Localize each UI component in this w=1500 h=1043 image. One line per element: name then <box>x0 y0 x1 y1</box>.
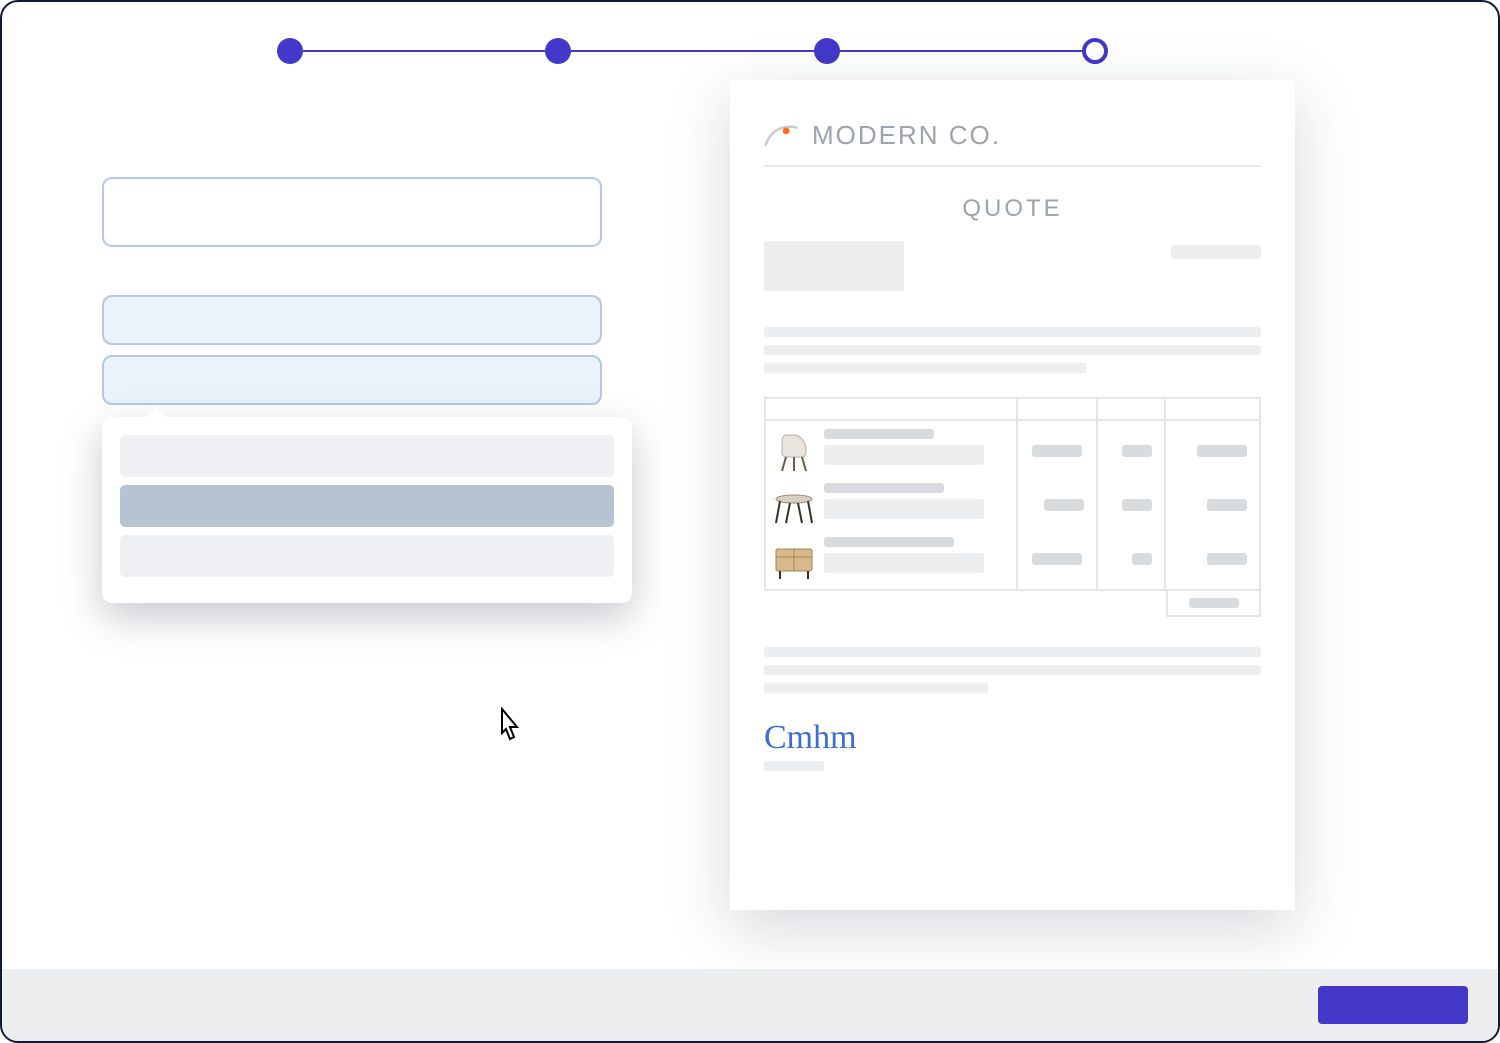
line-item-row <box>772 429 1010 473</box>
text-placeholder <box>764 683 988 693</box>
bottom-bar <box>2 969 1498 1041</box>
text-placeholder <box>764 327 1261 337</box>
dropdown-option-2[interactable] <box>120 485 614 527</box>
line-item-row <box>772 537 1010 581</box>
pointer-cursor-icon <box>492 707 526 747</box>
progress-stepper <box>277 36 1108 66</box>
dropdown-option-3[interactable] <box>120 535 614 577</box>
form-panel <box>102 177 602 405</box>
step-2-dot[interactable] <box>545 38 571 64</box>
total-cell <box>1166 591 1261 617</box>
doc-title: QUOTE <box>764 195 1261 223</box>
primary-action-button[interactable] <box>1318 986 1468 1024</box>
signature: Cmhm <box>764 721 1261 755</box>
company-logo-icon <box>764 122 798 150</box>
signature-label <box>764 761 824 771</box>
doc-meta-row <box>764 241 1261 291</box>
text-input-1[interactable] <box>102 177 602 247</box>
step-1-dot[interactable] <box>277 38 303 64</box>
step-connector <box>303 50 545 52</box>
line-item-row <box>772 483 1010 527</box>
line-items-table <box>764 397 1261 591</box>
text-placeholder <box>764 345 1261 355</box>
text-input-2[interactable] <box>102 295 602 345</box>
table-icon <box>772 483 816 527</box>
dropdown-menu <box>102 417 632 603</box>
text-placeholder <box>764 665 1261 675</box>
step-connector <box>840 50 1082 52</box>
step-4-dot[interactable] <box>1082 38 1108 64</box>
dropdown-option-1[interactable] <box>120 435 614 477</box>
doc-header: MODERN CO. <box>764 120 1261 167</box>
chair-icon <box>772 429 816 473</box>
app-frame: MODERN CO. QUOTE <box>0 0 1500 1043</box>
sideboard-icon <box>772 537 816 581</box>
dropdown-trigger[interactable] <box>102 355 602 405</box>
step-connector <box>571 50 813 52</box>
text-placeholder <box>764 647 1261 657</box>
text-placeholder <box>764 363 1087 373</box>
quote-document-preview: MODERN CO. QUOTE <box>730 80 1295 910</box>
company-name: MODERN CO. <box>812 120 1001 151</box>
step-3-dot[interactable] <box>814 38 840 64</box>
